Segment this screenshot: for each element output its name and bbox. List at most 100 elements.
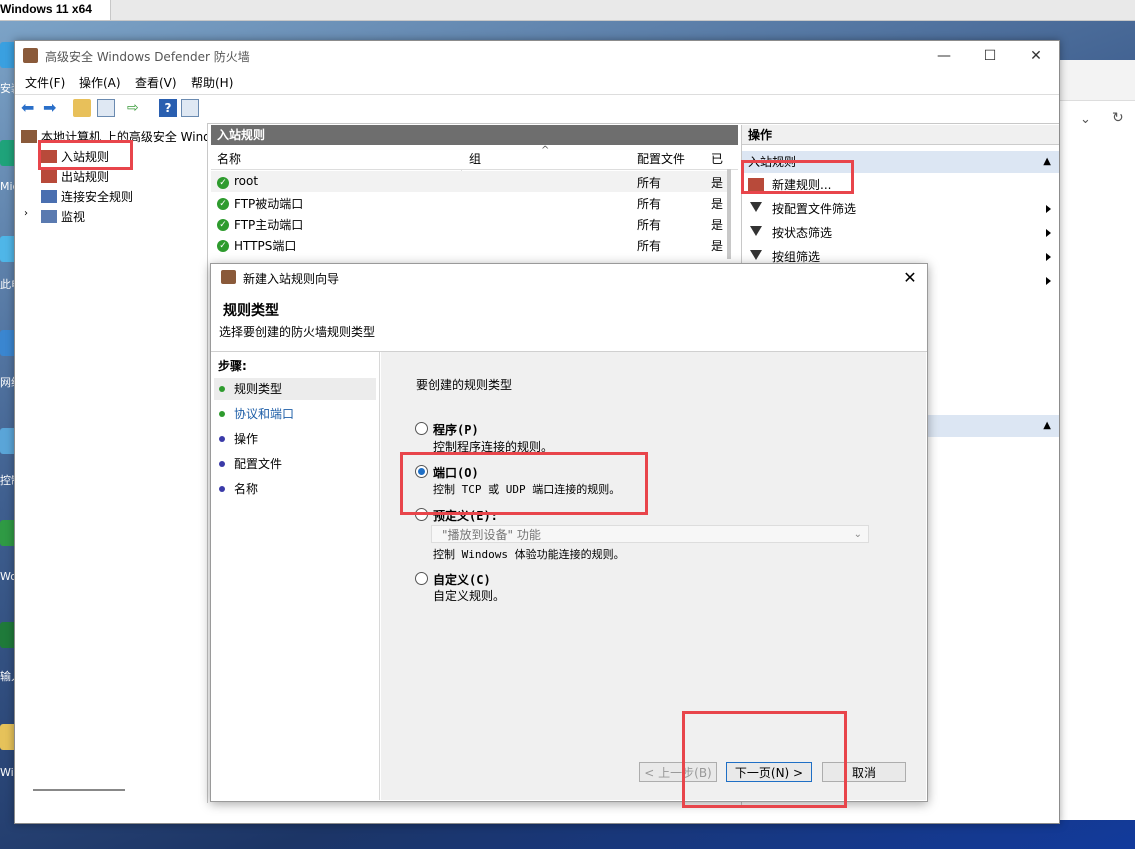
action-filter-by-state[interactable]: 按状态筛选 [742,221,1059,245]
step-current-dot [219,386,225,392]
refresh-icon[interactable]: ↻ [1112,110,1124,126]
column-headers: 名称 组 ^ 配置文件 已 [211,145,738,187]
submenu-arrow-icon [1046,277,1051,285]
table-row[interactable]: ✓ HTTPS端口 所有 是 [211,234,727,255]
navigation-tree: 本地计算机 上的高级安全 Windo 入站规则 出站规则 连接安全规则 › 监视 [15,123,208,803]
column-profile[interactable]: 配置文件 [637,150,685,167]
submenu-arrow-icon [1046,253,1051,261]
wizard-icon [221,270,236,284]
question-label: 要创建的规则类型 [416,378,513,392]
step-dot [219,436,225,442]
page-heading: 规则类型 [223,303,279,319]
expand-arrow-icon[interactable]: › [24,208,28,219]
tree-item-connection-security-rules[interactable]: 连接安全规则 [41,188,133,205]
table-row[interactable]: ✓ root 所有 是 [211,171,727,192]
submenu-arrow-icon [1046,229,1051,237]
desktop-label: Wind [0,766,14,779]
close-button[interactable]: ✕ [1013,41,1059,71]
rule-name: root [234,174,259,188]
background-browser-window: ⌄ ↻ [1058,60,1135,820]
tree-item-monitoring[interactable]: 监视 [41,208,85,225]
export-icon[interactable]: ⇨ [127,99,145,117]
table-row[interactable]: ✓ FTP被动端口 所有 是 [211,192,727,213]
step-dot [219,461,225,467]
vertical-scrollbar[interactable] [727,169,731,259]
radio-program[interactable] [415,422,428,435]
radio-custom[interactable] [415,572,428,585]
step-rule-type[interactable]: 规则类型 [214,378,376,400]
steps-panel: 步骤: 规则类型 协议和端口 操作 配置文件 名称 [214,352,380,800]
rule-enabled: 是 [711,239,724,253]
desktop-label: 控制面板 [0,474,14,487]
chevron-down-icon[interactable]: ⌄ [1080,112,1091,127]
column-group[interactable]: 组 [469,150,481,167]
step-protocol-ports[interactable]: 协议和端口 [214,403,376,425]
submenu-arrow-icon [1046,205,1051,213]
browser-toolbar [1058,60,1135,101]
minimize-button[interactable]: — [921,41,967,71]
menu-view[interactable]: 查看(V) [135,74,177,91]
horizontal-scrollbar[interactable] [33,789,125,791]
actions-header: 操作 [742,125,1059,145]
desktop-label: Word Sd [0,570,14,583]
maximize-button[interactable]: ☐ [967,41,1013,71]
step-label: 操作 [234,432,259,446]
rule-profile: 所有 [637,176,662,190]
vm-tab[interactable]: Windows 11 x64 [0,0,111,20]
outbound-rules-icon [41,170,57,183]
rule-enabled: 是 [711,218,724,232]
help-icon[interactable]: ? [159,99,177,117]
menu-help[interactable]: 帮助(H) [191,74,233,91]
title-bar[interactable]: 高级安全 Windows Defender 防火墙 — ☐ ✕ [15,41,1059,71]
steps-title: 步骤: [218,359,247,373]
predefined-select[interactable]: "播放到设备" 功能 ⌄ [431,525,869,543]
step-profile[interactable]: 配置文件 [214,453,376,475]
column-enabled[interactable]: 已 [711,150,723,167]
collapse-icon[interactable]: ▲ [1043,151,1051,173]
action-filter-by-profile[interactable]: 按配置文件筛选 [742,197,1059,221]
tree-item-label: 连接安全规则 [61,190,134,204]
menu-action[interactable]: 操作(A) [79,74,121,91]
step-action[interactable]: 操作 [214,428,376,450]
filter-icon [750,202,762,212]
back-arrow-icon[interactable]: ⬅ [21,99,39,117]
filter-icon [750,226,762,236]
forward-arrow-icon[interactable]: ➡ [43,99,61,117]
list-header: 入站规则 [211,125,738,145]
desktop-label: 网络 [0,376,14,389]
step-label: 协议和端口 [234,407,295,421]
menu-bar: 文件(F) 操作(A) 查看(V) 帮助(H) [15,71,1059,93]
option-custom-desc: 自定义规则。 [433,589,506,603]
enabled-check-icon: ✓ [217,219,229,231]
connection-security-icon [41,190,57,203]
action-pane-icon[interactable] [181,99,199,117]
tree-item-outbound-rules[interactable]: 出站规则 [41,168,109,185]
rule-name: HTTPS端口 [234,239,297,253]
sort-ascending-icon: ^ [541,145,550,156]
enabled-check-icon: ✓ [217,177,229,189]
window-title: 高级安全 Windows Defender 防火墙 [45,50,250,64]
option-predefined-desc: 控制 Windows 体验功能连接的规则。 [433,548,625,561]
rule-enabled: 是 [711,197,724,211]
step-label: 配置文件 [234,457,283,471]
highlight-box [682,711,847,808]
menu-file[interactable]: 文件(F) [25,74,65,91]
up-folder-icon[interactable] [73,99,91,117]
desktop-label: 此电脑 [0,278,14,291]
option-program-label[interactable]: 程序(P) [433,421,479,438]
tree-item-label: 监视 [61,210,86,224]
step-dot [219,411,225,417]
column-name[interactable]: 名称 [217,150,241,167]
filter-icon [750,250,762,260]
firewall-icon [21,130,37,143]
desktop-label: Micros Edge [0,180,14,193]
show-hide-tree-icon[interactable] [97,99,115,117]
option-custom-label[interactable]: 自定义(C) [433,571,491,588]
step-name[interactable]: 名称 [214,478,376,500]
step-label: 名称 [234,482,259,496]
collapse-icon[interactable]: ▲ [1043,415,1051,437]
table-row[interactable]: ✓ FTP主动端口 所有 是 [211,213,727,234]
dialog-close-button[interactable]: ✕ [895,265,925,291]
step-dot [219,486,225,492]
firewall-app-icon [23,48,38,63]
